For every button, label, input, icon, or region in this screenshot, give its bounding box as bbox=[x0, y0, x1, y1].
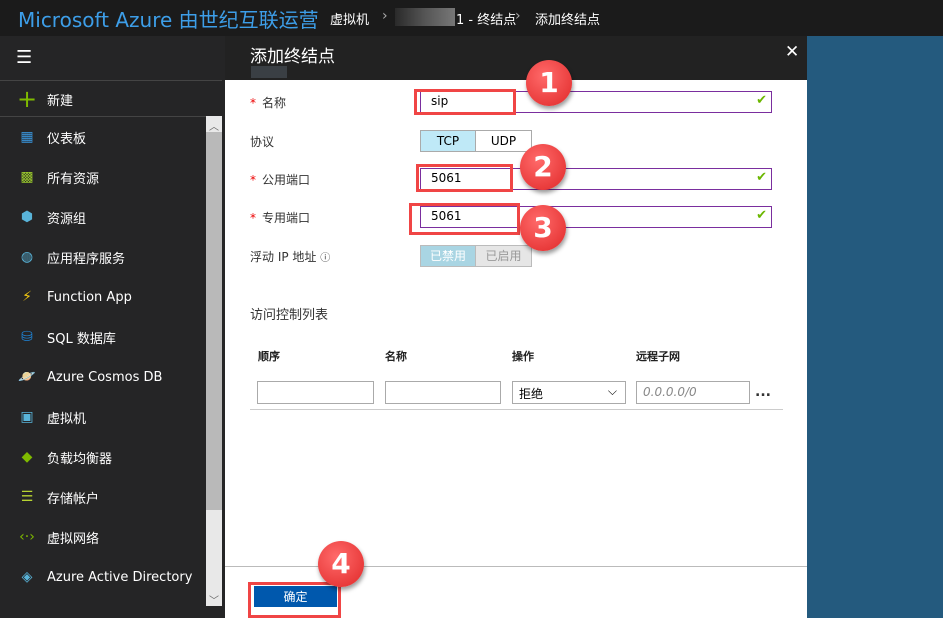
chevron-right-icon: › bbox=[515, 8, 521, 24]
checkmark-icon: ✔ bbox=[756, 93, 767, 108]
monitor-icon: ▣ bbox=[20, 409, 34, 425]
acl-subnet-input[interactable]: 0.0.0.0/0 bbox=[636, 381, 750, 404]
name-label: * 名称 bbox=[250, 96, 287, 110]
sidebar-item[interactable]: 🪐 Azure Cosmos DB bbox=[0, 357, 206, 397]
close-icon[interactable]: ✕ bbox=[785, 42, 799, 62]
globe-icon: ◍ bbox=[20, 249, 34, 265]
annotation-box bbox=[409, 203, 520, 235]
annotation-box bbox=[416, 164, 513, 192]
acl-action-select[interactable]: 拒绝 ⌵ bbox=[512, 381, 626, 404]
redacted-block bbox=[251, 66, 287, 78]
diamond-icon: ◆ bbox=[21, 449, 33, 465]
sidebar-item-label: 所有资源 bbox=[47, 171, 100, 187]
cube-icon: ⬢ bbox=[20, 209, 34, 225]
info-icon[interactable]: ⓘ bbox=[320, 253, 330, 264]
chevron-right-icon: › bbox=[382, 8, 388, 24]
top-bar: Microsoft Azure 由世纪互联运营 虚拟机 › 1 - 终结点 › … bbox=[0, 0, 943, 36]
sidebar-item[interactable]: ▩ 所有资源 bbox=[0, 157, 206, 197]
sidebar-item-label: 应用程序服务 bbox=[47, 251, 126, 267]
scroll-up-icon[interactable]: ︿ bbox=[209, 118, 219, 133]
sidebar-item-label: 仪表板 bbox=[47, 131, 87, 147]
network-icon: ‹·› bbox=[19, 529, 35, 545]
sidebar-item[interactable]: ⬢ 资源组 bbox=[0, 197, 206, 237]
annotation-badge-1: 1 bbox=[526, 60, 572, 106]
bolt-icon: ⚡ bbox=[22, 289, 32, 305]
sidebar-item[interactable]: ◈ Azure Active Directory bbox=[0, 557, 206, 597]
hamburger-menu-icon[interactable]: ☰ bbox=[16, 49, 36, 67]
sidebar-item-new[interactable]: + 新建 bbox=[0, 79, 206, 119]
planet-icon: 🪐 bbox=[18, 369, 36, 385]
sidebar-item-label: 资源组 bbox=[47, 211, 87, 227]
sidebar-item[interactable]: ◍ 应用程序服务 bbox=[0, 237, 206, 277]
acl-header-action: 操作 bbox=[512, 350, 534, 363]
private-port-label: * 专用端口 bbox=[250, 211, 311, 225]
chevron-down-icon: ⌵ bbox=[607, 384, 617, 398]
sidebar-item-label: 存储帐户 bbox=[47, 491, 100, 507]
scrollbar-thumb[interactable] bbox=[206, 132, 222, 510]
more-icon[interactable]: ... bbox=[755, 384, 771, 400]
sidebar-item-label: 虚拟网络 bbox=[47, 531, 100, 547]
floating-ip-enabled[interactable]: 已启用 bbox=[476, 246, 531, 266]
sidebar-item-label: SQL 数据库 bbox=[47, 331, 116, 347]
add-endpoint-panel bbox=[225, 36, 807, 618]
breadcrumb-endpoints[interactable]: 1 - 终结点 bbox=[456, 9, 516, 28]
annotation-badge-3: 3 bbox=[520, 205, 566, 251]
acl-name-input[interactable] bbox=[385, 381, 501, 404]
public-port-label: * 公用端口 bbox=[250, 173, 311, 187]
sidebar: ☰ + 新建 ▦ 仪表板 ▩ 所有资源 ⬢ 资源组 ◍ 应用程序服务 ⚡ Function App… bbox=[0, 36, 222, 618]
acl-header-order: 顺序 bbox=[258, 350, 280, 363]
panel-header: 添加终结点 ✕ bbox=[225, 36, 807, 80]
sidebar-item-label: Azure Active Directory bbox=[47, 569, 193, 585]
dashboard-icon: ▦ bbox=[20, 129, 34, 145]
scroll-down-icon[interactable]: ﹀ bbox=[209, 592, 219, 607]
breadcrumb-add-endpoint: 添加终结点 bbox=[535, 13, 601, 28]
acl-title: 访问控制列表 bbox=[250, 308, 329, 323]
sidebar-item[interactable]: ☰ 存储帐户 bbox=[0, 477, 206, 517]
plus-icon: + bbox=[16, 85, 38, 113]
acl-order-input[interactable] bbox=[257, 381, 374, 404]
redacted-block bbox=[395, 8, 455, 26]
sidebar-item-label: Azure Cosmos DB bbox=[47, 369, 163, 385]
annotation-box bbox=[414, 89, 516, 115]
acl-header-name: 名称 bbox=[385, 350, 407, 363]
sidebar-item[interactable]: ◆ 负载均衡器 bbox=[0, 437, 206, 477]
grid-icon: ▩ bbox=[20, 169, 34, 185]
database-icon: ⛁ bbox=[21, 329, 33, 345]
protocol-tcp[interactable]: TCP bbox=[421, 131, 476, 151]
divider bbox=[250, 409, 783, 410]
brand-title[interactable]: Microsoft Azure 由世纪互联运营 bbox=[18, 4, 319, 33]
sidebar-item-label: 负载均衡器 bbox=[47, 451, 113, 467]
sidebar-item[interactable]: ‹·› 虚拟网络 bbox=[0, 517, 206, 557]
sidebar-item[interactable]: ▣ 虚拟机 bbox=[0, 397, 206, 437]
sidebar-item[interactable]: ⛁ SQL 数据库 bbox=[0, 317, 206, 357]
floating-ip-toggle[interactable]: 已禁用 已启用 bbox=[420, 245, 532, 267]
sidebar-item-label: 虚拟机 bbox=[47, 411, 87, 427]
checkmark-icon: ✔ bbox=[756, 170, 767, 185]
annotation-box bbox=[248, 582, 341, 618]
annotation-badge-4: 4 bbox=[318, 541, 364, 587]
sidebar-item-label: 新建 bbox=[47, 93, 74, 109]
storage-icon: ☰ bbox=[20, 489, 34, 505]
floating-ip-disabled[interactable]: 已禁用 bbox=[421, 246, 476, 266]
sidebar-item[interactable]: ⚡ Function App bbox=[0, 277, 206, 317]
breadcrumb-vm[interactable]: 虚拟机 bbox=[330, 9, 369, 28]
protocol-udp[interactable]: UDP bbox=[476, 131, 531, 151]
aad-icon: ◈ bbox=[21, 569, 33, 585]
sidebar-item-label: Function App bbox=[47, 289, 132, 305]
protocol-toggle[interactable]: TCP UDP bbox=[420, 130, 532, 152]
floating-ip-label: 浮动 IP 地址 ⓘ bbox=[250, 250, 331, 264]
footer-divider bbox=[225, 566, 807, 567]
sidebar-item[interactable]: ▦ 仪表板 bbox=[0, 117, 206, 157]
acl-header-subnet: 远程子网 bbox=[636, 350, 680, 363]
annotation-badge-2: 2 bbox=[520, 144, 566, 190]
panel-title: 添加终结点 bbox=[250, 47, 335, 67]
checkmark-icon: ✔ bbox=[756, 208, 767, 223]
protocol-label: 协议 bbox=[250, 135, 275, 149]
background-area bbox=[807, 36, 943, 618]
